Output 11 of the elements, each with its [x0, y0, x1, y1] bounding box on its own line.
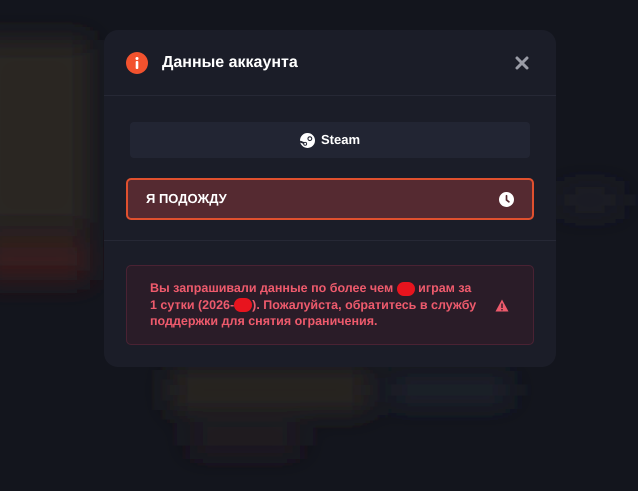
- redaction-mark: [396, 282, 415, 296]
- redaction-mark: [234, 298, 252, 312]
- dialog-title: Данные аккаунта: [162, 52, 298, 72]
- alert-message: Вы запрашивали данные по более чем играм за 1 сутки (2026- ). Пожалуйста, обратитесь в службу поддержки для снятия ограничения.: [150, 280, 478, 330]
- warning-icon: [495, 298, 509, 312]
- wait-button[interactable]: Я ПОДОЖДУ: [126, 178, 534, 220]
- steam-icon: [300, 132, 315, 148]
- close-icon: [515, 56, 529, 70]
- info-icon: [126, 52, 148, 74]
- steam-button[interactable]: Steam: [130, 122, 530, 158]
- clock-icon: [499, 192, 514, 206]
